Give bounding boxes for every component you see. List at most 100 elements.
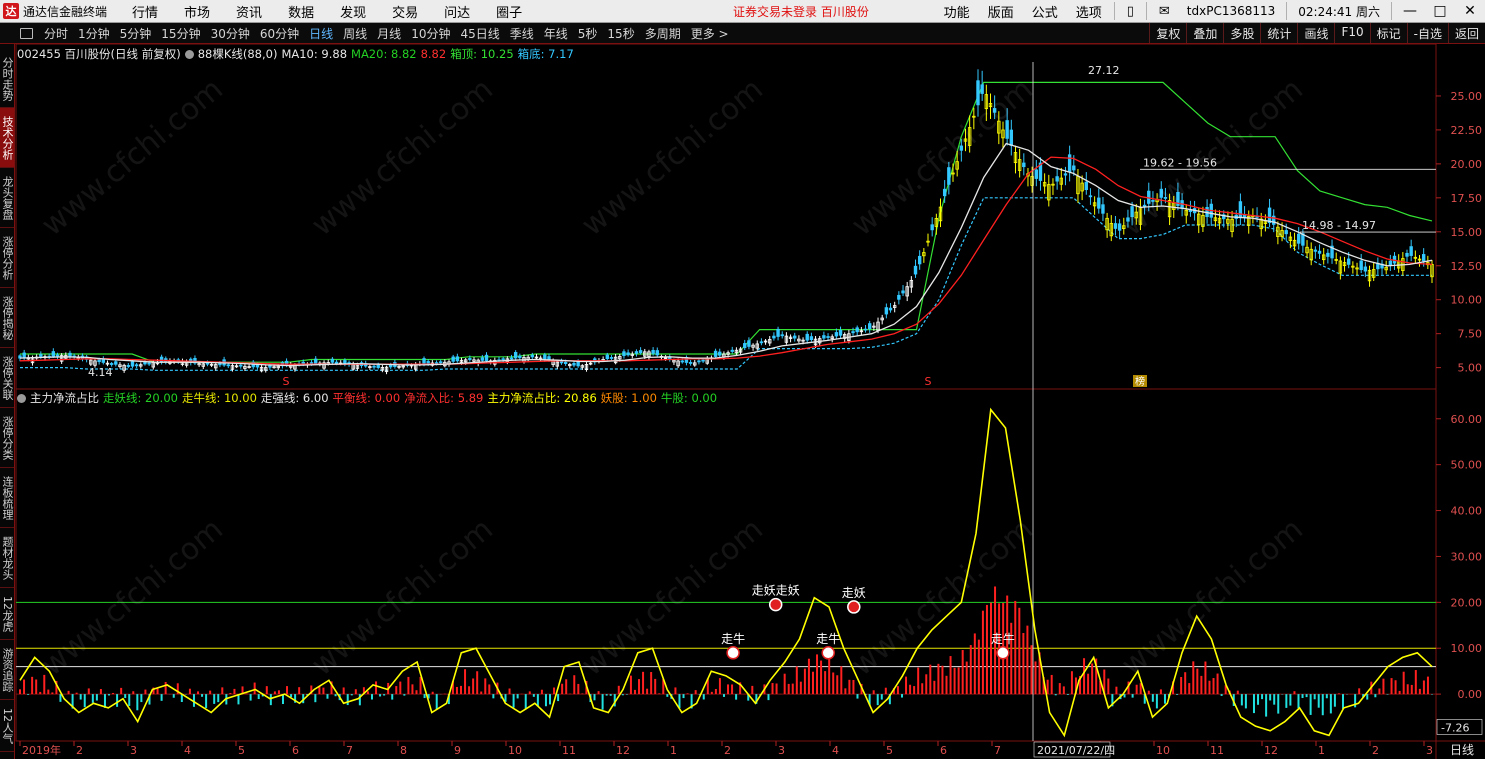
candle-body bbox=[543, 354, 547, 360]
flow-tick-label: 20.00 bbox=[1451, 596, 1483, 609]
candle-body bbox=[530, 354, 535, 358]
candle-body bbox=[1346, 258, 1351, 265]
date-tick-label: 4 bbox=[184, 744, 191, 757]
flow-bar bbox=[265, 686, 268, 695]
chart-canvas[interactable]: 25.0022.5020.0017.5015.0012.5010.007.505… bbox=[0, 0, 1485, 759]
flow-bar bbox=[629, 675, 632, 695]
flow-bar bbox=[820, 660, 823, 695]
flow-bar bbox=[581, 693, 584, 695]
box-bottom-line bbox=[20, 197, 1432, 371]
flow-bar bbox=[391, 694, 394, 700]
candle-body bbox=[434, 362, 439, 364]
flow-bar bbox=[1422, 680, 1425, 695]
candle-body bbox=[1359, 260, 1363, 271]
flow-bar bbox=[933, 680, 936, 695]
flow-bar bbox=[132, 691, 135, 695]
date-tick-label: 10 bbox=[508, 744, 522, 757]
price-tick-label: 17.50 bbox=[1451, 192, 1483, 205]
flow-bar bbox=[941, 665, 944, 695]
flow-bar bbox=[1030, 645, 1033, 695]
price-tick-label: 7.50 bbox=[1458, 328, 1483, 341]
flow-bar bbox=[277, 690, 280, 695]
flow-bar bbox=[836, 675, 839, 695]
indicator-name[interactable]: 88棵K线(88,0) bbox=[198, 46, 278, 62]
candle-body bbox=[455, 356, 460, 362]
candle-body bbox=[55, 354, 60, 357]
flow-bar bbox=[1257, 694, 1260, 705]
flow-bar bbox=[1285, 694, 1288, 708]
flow-bar bbox=[985, 604, 988, 695]
flow-bar bbox=[824, 671, 827, 695]
ma20-line bbox=[19, 156, 1433, 365]
flow-item: 牛股: 0.00 bbox=[660, 391, 718, 405]
flow-bar bbox=[1184, 672, 1187, 695]
indicator-toggle-icon[interactable] bbox=[184, 49, 194, 59]
flow-bar bbox=[1107, 678, 1110, 695]
flow-bar bbox=[1378, 688, 1381, 695]
flow-indicator-toggle-icon[interactable] bbox=[17, 393, 26, 403]
date-tick-label: 12 bbox=[616, 744, 630, 757]
flow-bar bbox=[642, 671, 645, 695]
flow-bar bbox=[1180, 677, 1183, 695]
signal-label: 走妖走妖 bbox=[752, 584, 800, 598]
date-tick-label: 3 bbox=[1426, 744, 1433, 757]
flow-bar bbox=[771, 683, 774, 695]
flow-bar bbox=[1087, 673, 1090, 695]
flow-bar bbox=[856, 694, 859, 699]
flow-bar bbox=[1091, 663, 1094, 695]
flow-bar bbox=[1066, 694, 1069, 695]
candle-body bbox=[838, 329, 843, 336]
flow-bar bbox=[1240, 694, 1243, 706]
flow-bar bbox=[95, 694, 98, 701]
flow-bar bbox=[1394, 680, 1397, 695]
flow-bar bbox=[646, 688, 649, 695]
candle-body bbox=[1363, 266, 1368, 272]
flow-bar bbox=[484, 678, 487, 695]
flow-bar bbox=[921, 683, 924, 695]
flow-bar bbox=[245, 693, 248, 695]
candle-body bbox=[747, 340, 751, 347]
flow-bar bbox=[686, 693, 689, 695]
flow-bar bbox=[905, 676, 908, 695]
price-info-line: 002455 百川股份(日线 前复权) 88棵K线(88,0) MA10: 9.… bbox=[17, 46, 574, 62]
flow-bar bbox=[1301, 694, 1304, 699]
period-label: 日线 bbox=[1450, 743, 1474, 757]
flow-bar bbox=[334, 694, 337, 697]
candle-body bbox=[884, 307, 889, 315]
flow-bar bbox=[1333, 694, 1336, 707]
flow-bar bbox=[553, 687, 556, 695]
flow-bar bbox=[1159, 689, 1162, 695]
candle-body bbox=[655, 350, 659, 356]
flow-bar bbox=[731, 684, 734, 695]
flow-bar bbox=[464, 669, 467, 695]
candle-body bbox=[109, 363, 114, 365]
signal-yao-icon bbox=[768, 597, 783, 612]
flow-bar bbox=[1269, 694, 1272, 701]
flow-bar bbox=[164, 681, 167, 695]
flow-bar bbox=[120, 687, 123, 695]
flow-bar bbox=[1313, 694, 1316, 700]
flow-bar bbox=[431, 691, 434, 695]
date-tick-label: 2 bbox=[76, 744, 83, 757]
candle-body bbox=[426, 361, 430, 364]
candle-body bbox=[372, 365, 376, 368]
flow-bar bbox=[1196, 668, 1199, 695]
flow-bar bbox=[872, 690, 875, 695]
date-tick-label: 5 bbox=[238, 744, 245, 757]
candle-body bbox=[1009, 129, 1014, 146]
flow-bar bbox=[472, 678, 475, 695]
candle-body bbox=[701, 359, 705, 362]
candle-body bbox=[930, 224, 934, 231]
flow-bar bbox=[459, 685, 462, 695]
flow-bar bbox=[99, 689, 102, 695]
flow-bar bbox=[508, 688, 511, 695]
flow-info-line: 主力净流占比 走妖线: 20.00 走牛线: 10.00 走强线: 6.00 平… bbox=[17, 390, 717, 406]
flow-bar bbox=[197, 691, 200, 695]
flow-bar bbox=[201, 694, 204, 697]
flow-bar bbox=[1050, 674, 1053, 695]
candle-body bbox=[917, 255, 922, 265]
flow-bar bbox=[828, 654, 831, 695]
flow-bar bbox=[322, 687, 325, 695]
flow-title[interactable]: 主力净流占比 bbox=[30, 390, 99, 406]
flow-bar bbox=[1426, 676, 1429, 695]
